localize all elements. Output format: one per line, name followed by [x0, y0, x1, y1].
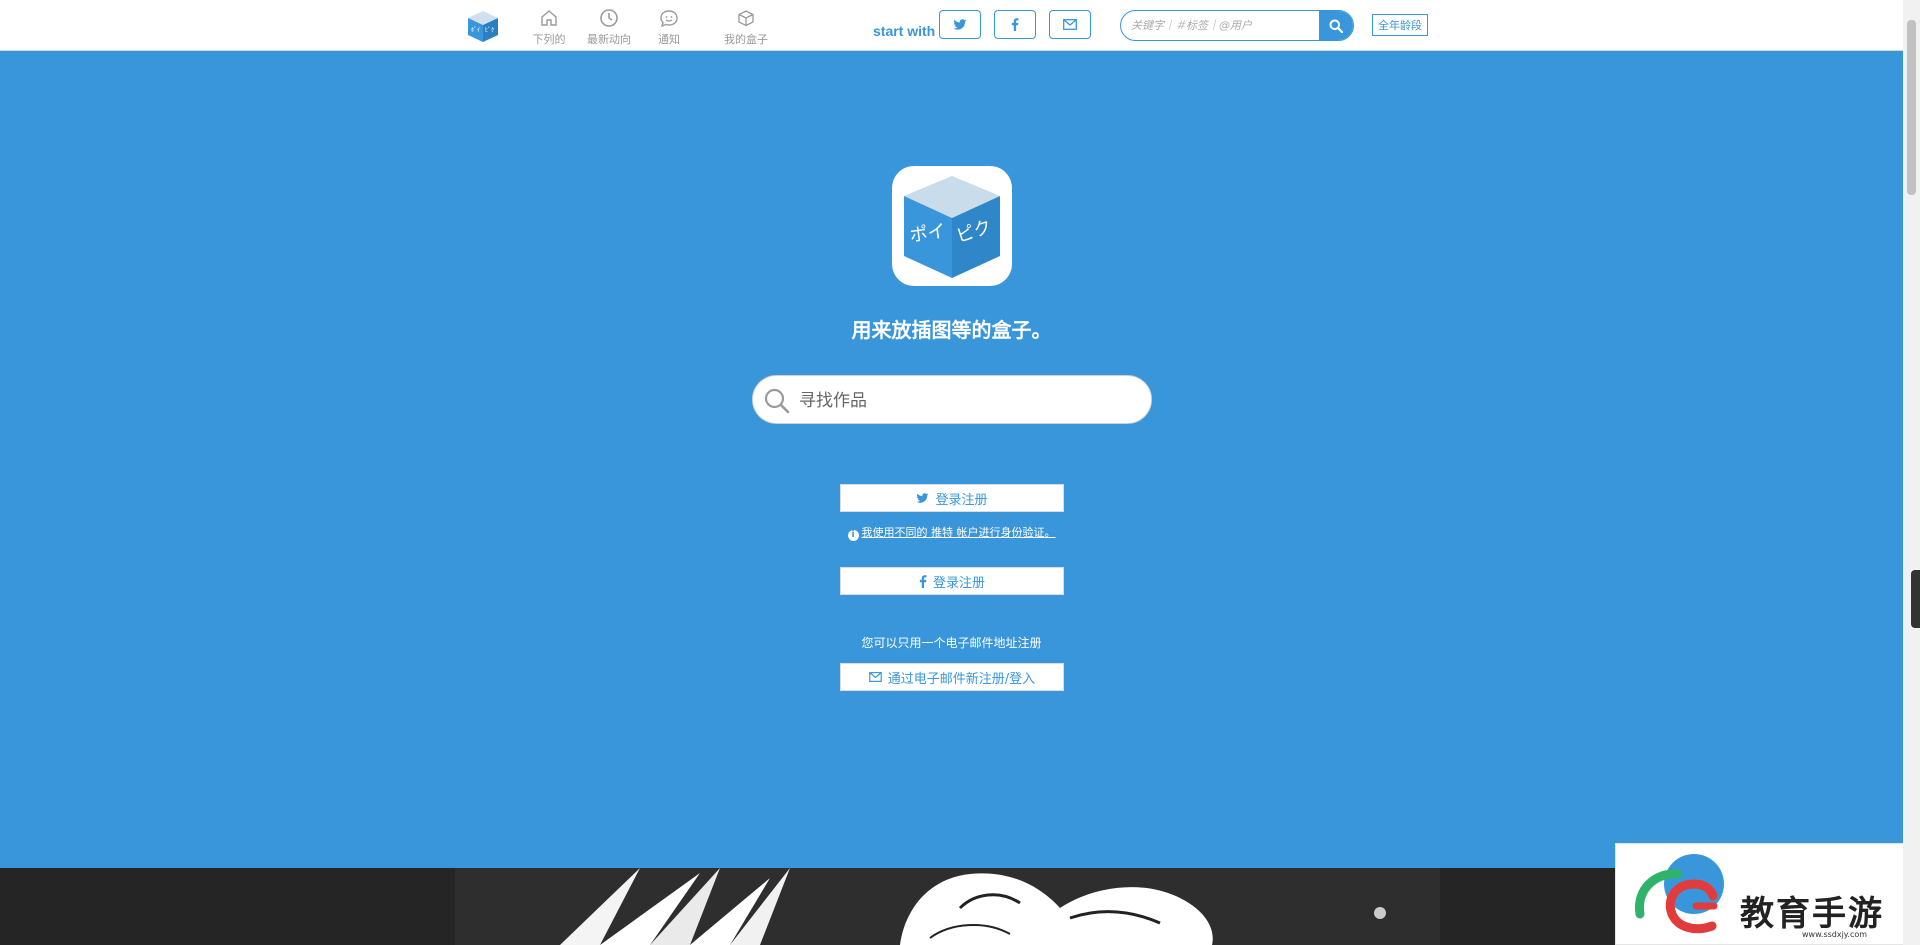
- header-search: [1120, 10, 1354, 41]
- scrollbar-thumb[interactable]: [1907, 20, 1916, 195]
- twitter-login-label: 登录注册: [935, 492, 988, 508]
- box-icon: [738, 10, 754, 27]
- watermark-url: www.ssdxjy.com: [1802, 930, 1868, 939]
- twitter-login-button[interactable]: 登录注册: [840, 484, 1064, 512]
- search-icon: [1329, 19, 1343, 33]
- facebook-login-label: 登录注册: [932, 575, 985, 591]
- work-search: [752, 375, 1152, 425]
- info-icon: i: [847, 530, 859, 541]
- page-scrollbar[interactable]: [1903, 0, 1920, 945]
- chat-bubble-icon: [660, 10, 678, 28]
- twitter-icon: [916, 492, 929, 503]
- different-twitter-account-text: 我使用不同的 推特 帐户进行身份验证。: [861, 526, 1056, 539]
- email-register-note: 您可以只用一个电子邮件地址注册: [861, 636, 1042, 650]
- start-with-label: start with: [873, 23, 936, 39]
- home-icon: [541, 10, 557, 26]
- svg-text:ﾎﾟｲ: ﾎﾟｲ: [471, 27, 480, 34]
- twitter-icon: [953, 18, 967, 30]
- nav-label: 我的盒子: [724, 33, 768, 46]
- clock-icon: [600, 9, 618, 27]
- svg-text:ﾋﾟｸ: ﾋﾟｸ: [485, 27, 494, 34]
- header-search-input[interactable]: [1121, 11, 1331, 40]
- app-icon-logo: ポイ ピク: [892, 166, 1012, 286]
- facebook-login-button[interactable]: 登录注册: [840, 567, 1064, 595]
- search-icon: [764, 388, 790, 414]
- email-login-button[interactable]: 通过电子邮件新注册/登入: [840, 663, 1064, 691]
- work-search-input[interactable]: [797, 376, 1141, 425]
- email-login-label: 通过电子邮件新注册/登入: [887, 671, 1036, 687]
- nav-notifications[interactable]: 通知: [634, 8, 704, 47]
- poipiku-box-icon: ポイ ピク: [904, 176, 1000, 278]
- mail-icon: [868, 672, 882, 682]
- page-tagline: 用来放插图等的盒子。: [851, 318, 1052, 342]
- email-start-button[interactable]: [1049, 10, 1091, 39]
- facebook-icon: [919, 574, 927, 588]
- age-filter-button[interactable]: 全年龄段: [1372, 14, 1428, 36]
- header-search-button[interactable]: [1319, 11, 1353, 40]
- site-logo[interactable]: ﾎﾟｲ ﾋﾟｸ: [466, 9, 500, 43]
- different-twitter-account-link[interactable]: i 我使用不同的 推特 帐户进行身份验证。: [0, 524, 1903, 541]
- twitter-start-button[interactable]: [939, 10, 981, 39]
- facebook-icon: [1011, 18, 1019, 31]
- site-watermark: 教育手游网 www.ssdxjy.com: [1615, 843, 1920, 945]
- nav-label: 最新动向: [587, 33, 631, 46]
- mail-icon: [1063, 19, 1077, 30]
- facebook-start-button[interactable]: [994, 10, 1036, 39]
- side-handle[interactable]: [1911, 570, 1920, 628]
- nav-label: 下列的: [532, 33, 566, 46]
- nav-label: 通知: [658, 33, 680, 46]
- top-header: ﾎﾟｲ ﾋﾟｸ 下列的 最新动向 通知 我的盒子 start with 关键字｜…: [0, 0, 1903, 51]
- nav-my-box[interactable]: 我的盒子: [711, 8, 781, 47]
